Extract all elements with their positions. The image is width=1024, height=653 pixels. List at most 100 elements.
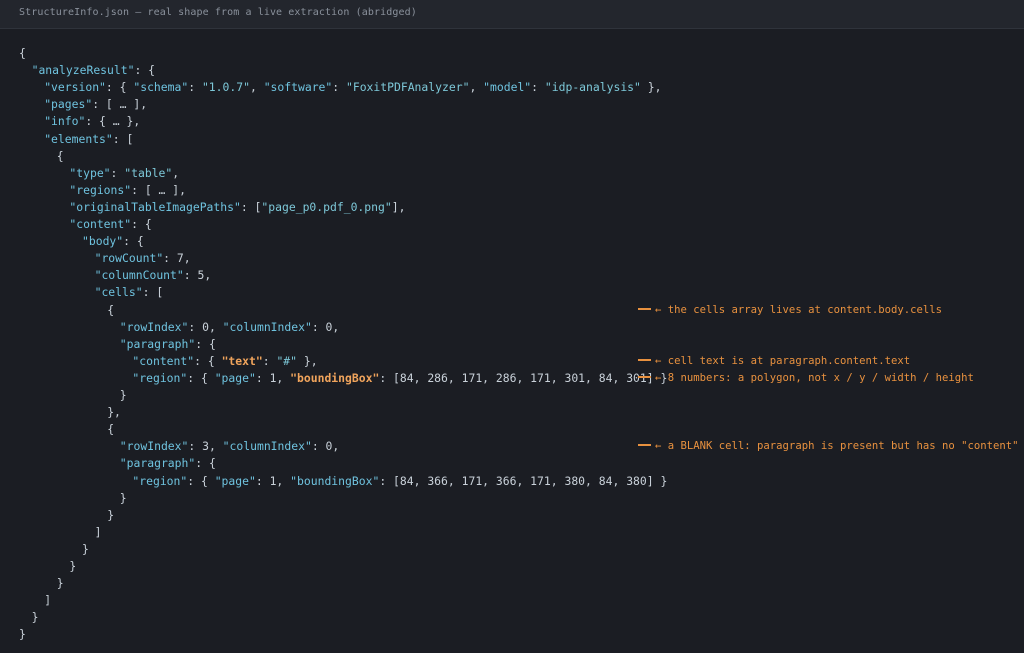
annotation-dash-icon	[638, 358, 651, 361]
json-punct: {	[56, 148, 64, 163]
json-punct: :	[110, 165, 125, 180]
code-line: }	[0, 490, 1024, 507]
code-line: {	[0, 421, 1024, 438]
code-line: {	[0, 148, 1024, 165]
json-punct: },	[297, 353, 318, 368]
code-line: "version": { "schema": "1.0.7", "softwar…	[0, 79, 1024, 96]
highlighted-key: "boundingBox"	[290, 370, 380, 385]
code-line-text: "rowIndex": 3, "columnIndex": 0,	[120, 438, 339, 455]
json-punct: ,	[172, 165, 180, 180]
annotation-dash-icon	[638, 307, 651, 310]
json-key: "model"	[483, 80, 532, 95]
code-line: ]	[0, 524, 1024, 541]
code-line-text: {	[57, 148, 64, 165]
json-key: "content"	[69, 217, 132, 231]
code-line: }	[0, 609, 1024, 626]
json-punct: : [	[112, 131, 134, 146]
code-line-text: }	[19, 626, 26, 643]
code-line-text: "region": { "page": 1, "boundingBox": [8…	[132, 370, 667, 387]
code-line: "region": { "page": 1, "boundingBox": [8…	[0, 370, 1024, 387]
json-key: "cells"	[94, 285, 143, 300]
json-punct: : {	[195, 336, 216, 351]
annotation-text: ← 8 numbers: a polygon, not x / y / widt…	[655, 371, 974, 384]
annotation: ← the cells array lives at content.body.…	[638, 302, 942, 319]
code-line: "analyzeResult": {	[0, 62, 1024, 79]
json-key: "pages"	[44, 97, 93, 112]
json-punct: : [	[240, 199, 262, 214]
json-punct: : 0,	[311, 319, 340, 334]
code-line: "info": { … },	[0, 113, 1024, 130]
json-punct: : 3,	[188, 439, 223, 454]
code-line: "content": {	[0, 216, 1024, 233]
json-key: "software"	[263, 80, 333, 95]
code-line-text: "content": {	[69, 216, 151, 233]
json-key: "rowIndex"	[119, 439, 189, 454]
json-punct: ,	[249, 80, 264, 95]
code-line-text: "body": {	[82, 233, 144, 250]
code-line: }	[0, 575, 1024, 592]
json-key: "version"	[44, 80, 106, 95]
json-punct: },	[107, 405, 121, 420]
json-string: "idp-analysis"	[544, 80, 641, 95]
json-punct: : {	[194, 353, 222, 368]
json-key: "info"	[44, 114, 86, 129]
code-line-text: "regions": [ … ],	[69, 182, 186, 199]
annotation-text: ← the cells array lives at content.body.…	[655, 303, 943, 316]
code-line: }	[0, 541, 1024, 558]
json-key: "region"	[132, 370, 188, 385]
json-punct: }	[82, 541, 89, 556]
json-punct: : {	[195, 456, 216, 471]
json-key: "rowIndex"	[119, 319, 189, 334]
json-punct: : 5,	[183, 268, 212, 283]
code-line: "originalTableImagePaths": ["page_p0.pdf…	[0, 199, 1024, 216]
code-line-text: }	[57, 575, 64, 592]
json-punct: : {	[131, 217, 152, 231]
json-string: "table"	[124, 165, 173, 180]
code-line: },	[0, 404, 1024, 421]
json-key: "columnIndex"	[222, 319, 312, 334]
json-punct: {	[107, 422, 115, 437]
json-string: "#"	[276, 353, 298, 368]
code-line: ]	[0, 592, 1024, 609]
annotation-dash-icon	[638, 444, 651, 447]
code-line-text: "analyzeResult": {	[32, 62, 155, 79]
json-punct: }	[119, 388, 127, 402]
json-key: "content"	[132, 353, 195, 368]
window-title: StructureInfo.json — real shape from a l…	[19, 7, 417, 18]
code-line: }	[0, 387, 1024, 404]
json-string: "1.0.7"	[201, 80, 250, 95]
title-bar: StructureInfo.json — real shape from a l…	[0, 0, 1024, 29]
code-line: "columnCount": 5,	[0, 267, 1024, 284]
code-line: "body": {	[0, 233, 1024, 250]
json-punct: : { … },	[85, 114, 141, 129]
json-punct: : 0,	[188, 319, 223, 334]
code-line-text: },	[107, 404, 121, 421]
code-line-text: "originalTableImagePaths": ["page_p0.pdf…	[69, 199, 405, 216]
json-punct: {	[19, 46, 26, 60]
code-line-text: "elements": [	[44, 131, 133, 148]
code-line-text: {	[19, 45, 26, 62]
code-line-text: }	[107, 507, 114, 524]
json-punct: ],	[391, 199, 406, 214]
json-punct: }	[56, 576, 64, 591]
code-line-text: }	[120, 387, 127, 404]
code-line-text: "columnCount": 5,	[95, 267, 212, 284]
json-punct: {	[107, 302, 115, 317]
json-punct: : 1,	[255, 473, 291, 488]
code-line: "pages": [ … ],	[0, 96, 1024, 113]
json-key: "page"	[214, 370, 256, 385]
json-key: "type"	[69, 165, 111, 180]
annotation: ← cell text is at paragraph.content.text	[638, 353, 910, 370]
json-key: "analyzeResult"	[31, 63, 135, 78]
annotation-text: ← cell text is at paragraph.content.text	[655, 354, 911, 367]
code-line: "content": { "text": "#" }, ← cell text i…	[0, 353, 1024, 370]
json-key: "elements"	[44, 131, 113, 146]
json-punct: ]	[44, 593, 52, 608]
annotation: ← a BLANK cell: paragraph is present but…	[638, 438, 1024, 455]
json-punct: : {	[187, 473, 215, 488]
code-line-text: }	[120, 490, 127, 507]
code-line-text: }	[82, 541, 89, 558]
json-punct: },	[640, 80, 662, 95]
json-key: "region"	[132, 473, 188, 488]
json-string: "FoxitPDFAnalyzer"	[345, 80, 470, 95]
